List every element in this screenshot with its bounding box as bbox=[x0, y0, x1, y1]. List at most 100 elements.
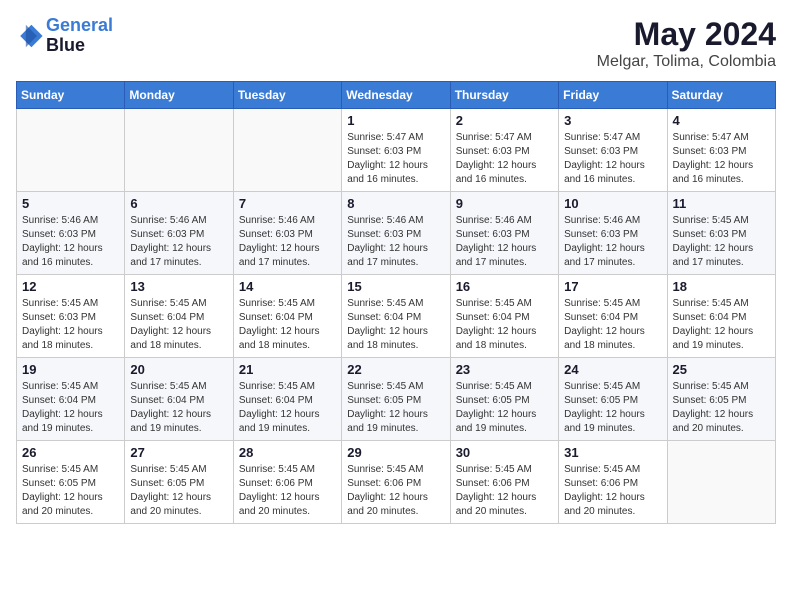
day-number: 5 bbox=[22, 196, 119, 211]
day-number: 19 bbox=[22, 362, 119, 377]
calendar-cell: 31 Sunrise: 5:45 AM Sunset: 6:06 PM Dayli… bbox=[559, 441, 667, 524]
day-detail: Sunrise: 5:45 AM Sunset: 6:05 PM Dayligh… bbox=[22, 463, 119, 519]
day-detail: Sunrise: 5:45 AM Sunset: 6:04 PM Dayligh… bbox=[456, 297, 553, 353]
logo: General Blue bbox=[16, 16, 113, 56]
day-detail: Sunrise: 5:45 AM Sunset: 6:04 PM Dayligh… bbox=[130, 297, 227, 353]
day-detail: Sunrise: 5:46 AM Sunset: 6:03 PM Dayligh… bbox=[456, 214, 553, 270]
location: Melgar, Tolima, Colombia bbox=[597, 53, 776, 71]
calendar-cell: 19 Sunrise: 5:45 AM Sunset: 6:04 PM Dayli… bbox=[17, 358, 125, 441]
calendar-cell: 7 Sunrise: 5:46 AM Sunset: 6:03 PM Daylig… bbox=[233, 192, 341, 275]
day-detail: Sunrise: 5:45 AM Sunset: 6:05 PM Dayligh… bbox=[130, 463, 227, 519]
day-detail: Sunrise: 5:45 AM Sunset: 6:05 PM Dayligh… bbox=[564, 380, 661, 436]
calendar-cell: 23Sunrise: 5:45 AM Sunset: 6:05 PM Dayli… bbox=[450, 358, 558, 441]
calendar-cell: 6 Sunrise: 5:46 AM Sunset: 6:03 PM Daylig… bbox=[125, 192, 233, 275]
day-number: 22 bbox=[347, 362, 444, 377]
logo-text: General Blue bbox=[46, 16, 113, 56]
calendar-cell: 22 Sunrise: 5:45 AM Sunset: 6:05 PM Dayli… bbox=[342, 358, 450, 441]
calendar-week-4: 19 Sunrise: 5:45 AM Sunset: 6:04 PM Dayli… bbox=[17, 358, 776, 441]
calendar-cell: 28Sunrise: 5:45 AM Sunset: 6:06 PM Dayli… bbox=[233, 441, 341, 524]
calendar-cell: 1 Sunrise: 5:47 AM Sunset: 6:03 PM Daylig… bbox=[342, 109, 450, 192]
calendar-cell bbox=[667, 441, 775, 524]
day-detail: Sunrise: 5:46 AM Sunset: 6:03 PM Dayligh… bbox=[130, 214, 227, 270]
calendar-header-row: SundayMondayTuesdayWednesdayThursdayFrid… bbox=[17, 82, 776, 109]
calendar-cell: 27 Sunrise: 5:45 AM Sunset: 6:05 PM Dayli… bbox=[125, 441, 233, 524]
calendar-cell: 12Sunrise: 5:45 AM Sunset: 6:03 PM Dayli… bbox=[17, 275, 125, 358]
day-number: 6 bbox=[130, 196, 227, 211]
day-number: 27 bbox=[130, 445, 227, 460]
day-header-saturday: Saturday bbox=[667, 82, 775, 109]
day-detail: Sunrise: 5:45 AM Sunset: 6:04 PM Dayligh… bbox=[130, 380, 227, 436]
calendar-cell: 5Sunrise: 5:46 AM Sunset: 6:03 PM Daylig… bbox=[17, 192, 125, 275]
day-detail: Sunrise: 5:47 AM Sunset: 6:03 PM Dayligh… bbox=[673, 131, 770, 187]
calendar-cell: 29Sunrise: 5:45 AM Sunset: 6:06 PM Dayli… bbox=[342, 441, 450, 524]
calendar-cell: 11 Sunrise: 5:45 AM Sunset: 6:03 PM Dayli… bbox=[667, 192, 775, 275]
day-detail: Sunrise: 5:46 AM Sunset: 6:03 PM Dayligh… bbox=[239, 214, 336, 270]
calendar-cell: 21Sunrise: 5:45 AM Sunset: 6:04 PM Dayli… bbox=[233, 358, 341, 441]
calendar-cell: 8 Sunrise: 5:46 AM Sunset: 6:03 PM Daylig… bbox=[342, 192, 450, 275]
day-number: 21 bbox=[239, 362, 336, 377]
calendar-cell: 25Sunrise: 5:45 AM Sunset: 6:05 PM Dayli… bbox=[667, 358, 775, 441]
day-number: 9 bbox=[456, 196, 553, 211]
day-header-thursday: Thursday bbox=[450, 82, 558, 109]
day-header-monday: Monday bbox=[125, 82, 233, 109]
calendar-body: 1 Sunrise: 5:47 AM Sunset: 6:03 PM Daylig… bbox=[17, 109, 776, 524]
calendar-cell: 10 Sunrise: 5:46 AM Sunset: 6:03 PM Dayli… bbox=[559, 192, 667, 275]
day-detail: Sunrise: 5:47 AM Sunset: 6:03 PM Dayligh… bbox=[456, 131, 553, 187]
calendar-cell: 30Sunrise: 5:45 AM Sunset: 6:06 PM Dayli… bbox=[450, 441, 558, 524]
day-number: 23 bbox=[456, 362, 553, 377]
calendar-cell bbox=[17, 109, 125, 192]
day-number: 31 bbox=[564, 445, 661, 460]
day-detail: Sunrise: 5:47 AM Sunset: 6:03 PM Dayligh… bbox=[347, 131, 444, 187]
day-number: 1 bbox=[347, 113, 444, 128]
calendar-cell: 13 Sunrise: 5:45 AM Sunset: 6:04 PM Dayli… bbox=[125, 275, 233, 358]
day-detail: Sunrise: 5:47 AM Sunset: 6:03 PM Dayligh… bbox=[564, 131, 661, 187]
title-area: May 2024 Melgar, Tolima, Colombia bbox=[597, 16, 776, 71]
day-number: 15 bbox=[347, 279, 444, 294]
page-header: General Blue May 2024 Melgar, Tolima, Co… bbox=[16, 16, 776, 71]
calendar-cell: 3 Sunrise: 5:47 AM Sunset: 6:03 PM Daylig… bbox=[559, 109, 667, 192]
calendar-cell: 9 Sunrise: 5:46 AM Sunset: 6:03 PM Daylig… bbox=[450, 192, 558, 275]
day-detail: Sunrise: 5:45 AM Sunset: 6:04 PM Dayligh… bbox=[673, 297, 770, 353]
day-number: 25 bbox=[673, 362, 770, 377]
day-number: 29 bbox=[347, 445, 444, 460]
day-number: 10 bbox=[564, 196, 661, 211]
day-detail: Sunrise: 5:45 AM Sunset: 6:05 PM Dayligh… bbox=[347, 380, 444, 436]
day-number: 26 bbox=[22, 445, 119, 460]
calendar-cell: 17Sunrise: 5:45 AM Sunset: 6:04 PM Dayli… bbox=[559, 275, 667, 358]
day-detail: Sunrise: 5:45 AM Sunset: 6:06 PM Dayligh… bbox=[456, 463, 553, 519]
day-detail: Sunrise: 5:45 AM Sunset: 6:04 PM Dayligh… bbox=[22, 380, 119, 436]
day-detail: Sunrise: 5:46 AM Sunset: 6:03 PM Dayligh… bbox=[564, 214, 661, 270]
day-number: 28 bbox=[239, 445, 336, 460]
day-number: 17 bbox=[564, 279, 661, 294]
calendar-cell: 18 Sunrise: 5:45 AM Sunset: 6:04 PM Dayli… bbox=[667, 275, 775, 358]
calendar-cell: 20Sunrise: 5:45 AM Sunset: 6:04 PM Dayli… bbox=[125, 358, 233, 441]
calendar-week-3: 12Sunrise: 5:45 AM Sunset: 6:03 PM Dayli… bbox=[17, 275, 776, 358]
day-header-tuesday: Tuesday bbox=[233, 82, 341, 109]
day-header-wednesday: Wednesday bbox=[342, 82, 450, 109]
day-number: 7 bbox=[239, 196, 336, 211]
day-detail: Sunrise: 5:45 AM Sunset: 6:03 PM Dayligh… bbox=[673, 214, 770, 270]
calendar-cell: 26 Sunrise: 5:45 AM Sunset: 6:05 PM Dayli… bbox=[17, 441, 125, 524]
calendar-cell: 15Sunrise: 5:45 AM Sunset: 6:04 PM Dayli… bbox=[342, 275, 450, 358]
day-number: 2 bbox=[456, 113, 553, 128]
calendar-week-2: 5 Sunrise: 5:46 AM Sunset: 6:03 PM Daylig… bbox=[17, 192, 776, 275]
day-header-sunday: Sunday bbox=[17, 82, 125, 109]
day-number: 13 bbox=[130, 279, 227, 294]
calendar-cell bbox=[233, 109, 341, 192]
calendar-cell: 24 Sunrise: 5:45 AM Sunset: 6:05 PM Dayli… bbox=[559, 358, 667, 441]
day-detail: Sunrise: 5:46 AM Sunset: 6:03 PM Dayligh… bbox=[347, 214, 444, 270]
day-number: 8 bbox=[347, 196, 444, 211]
day-number: 12 bbox=[22, 279, 119, 294]
day-header-friday: Friday bbox=[559, 82, 667, 109]
day-number: 16 bbox=[456, 279, 553, 294]
calendar-table: SundayMondayTuesdayWednesdayThursdayFrid… bbox=[16, 81, 776, 524]
calendar-cell: 16 Sunrise: 5:45 AM Sunset: 6:04 PM Dayli… bbox=[450, 275, 558, 358]
day-number: 11 bbox=[673, 196, 770, 211]
day-number: 18 bbox=[673, 279, 770, 294]
day-detail: Sunrise: 5:45 AM Sunset: 6:06 PM Dayligh… bbox=[564, 463, 661, 519]
calendar-cell: 14Sunrise: 5:45 AM Sunset: 6:04 PM Dayli… bbox=[233, 275, 341, 358]
day-number: 24 bbox=[564, 362, 661, 377]
day-detail: Sunrise: 5:45 AM Sunset: 6:04 PM Dayligh… bbox=[239, 297, 336, 353]
day-number: 3 bbox=[564, 113, 661, 128]
day-number: 4 bbox=[673, 113, 770, 128]
